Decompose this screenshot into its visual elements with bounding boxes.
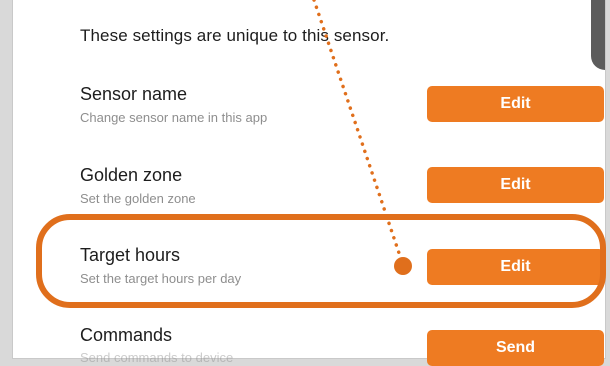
commands-send-button[interactable]: Send [427,330,604,366]
sensor-name-subtitle: Change sensor name in this app [80,110,268,125]
panel-edge-handle[interactable] [591,0,605,70]
commands-title: Commands [80,325,173,345]
target-hours-edit-button[interactable]: Edit [427,249,604,285]
intro-text: These settings are unique to this sensor… [80,26,390,45]
target-hours-subtitle: Set the target hours per day [80,271,242,286]
golden-zone-edit-button[interactable]: Edit [427,167,604,203]
screenshot-frame: These settings are unique to this sensor… [0,0,610,366]
golden-zone-title: Golden zone [80,165,183,185]
sensor-name-edit-button[interactable]: Edit [427,86,604,122]
target-hours-title: Target hours [80,245,181,265]
golden-zone-subtitle: Set the golden zone [80,191,196,206]
sensor-name-title: Sensor name [80,84,188,104]
